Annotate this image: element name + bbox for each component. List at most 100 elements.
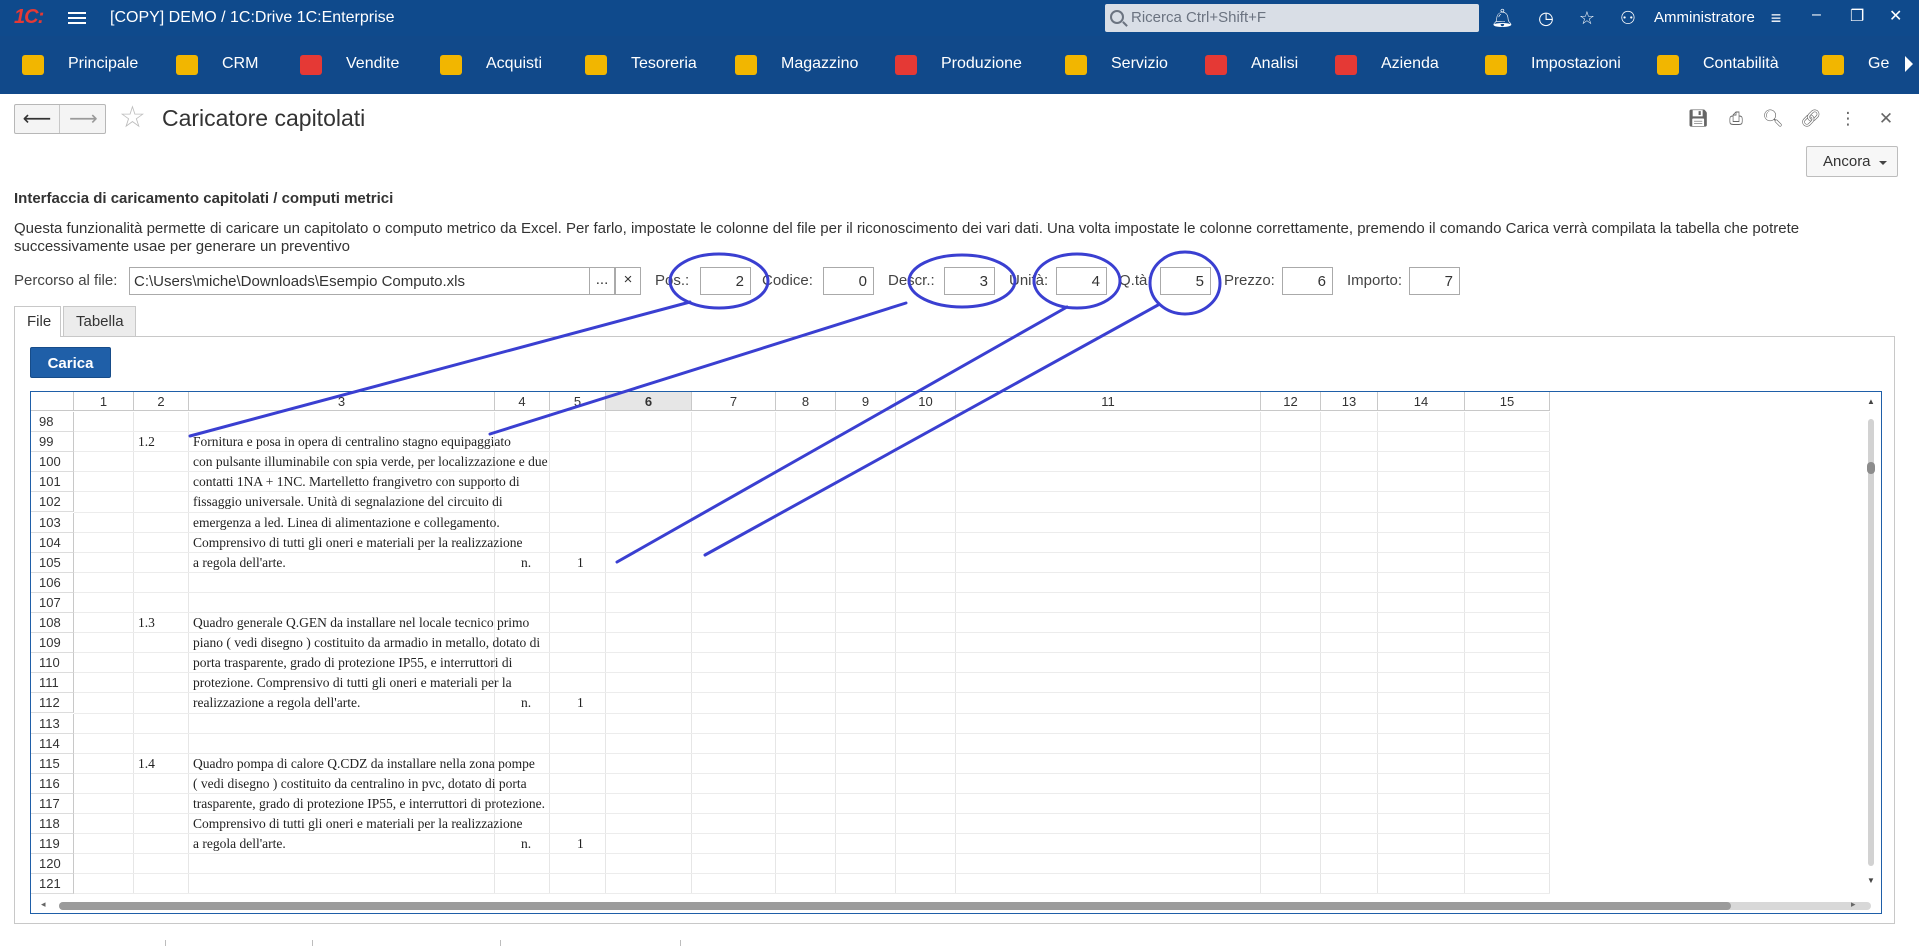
- column-header[interactable]: 5: [550, 392, 606, 411]
- cell-descr[interactable]: protezione. Comprensivo di tutti gli one…: [193, 675, 512, 691]
- bell-icon[interactable]: 🔔︎: [1491, 7, 1514, 29]
- column-header[interactable]: 14: [1378, 392, 1465, 411]
- row-header[interactable]: 121: [31, 874, 74, 895]
- row-header[interactable]: 119: [31, 834, 74, 855]
- cell-descr[interactable]: fissaggio universale. Unità di segnalazi…: [193, 494, 503, 510]
- select-file-button[interactable]: ...: [589, 267, 615, 295]
- scroll-left-icon[interactable]: ◂: [41, 899, 46, 910]
- column-header[interactable]: 1: [74, 392, 134, 411]
- vertical-scrollbar[interactable]: ▲ ▼: [1861, 392, 1881, 897]
- scroll-up-icon[interactable]: ▲: [1867, 397, 1875, 406]
- ancora-menu-button[interactable]: Ancora: [1806, 146, 1898, 177]
- pos-column-input[interactable]: 2: [700, 267, 751, 295]
- descr-column-input[interactable]: 3: [944, 267, 995, 295]
- settings-menu-icon[interactable]: ≡: [1765, 7, 1787, 29]
- tab-tabella[interactable]: Tabella: [63, 306, 136, 337]
- cell-descr[interactable]: trasparente, grado di protezione IP55, e…: [193, 796, 545, 812]
- row-header[interactable]: 102: [31, 492, 74, 513]
- vertical-scroll-thumb[interactable]: [1867, 462, 1875, 474]
- cell-descr[interactable]: porta trasparente, grado di protezione I…: [193, 655, 512, 671]
- row-header[interactable]: 108: [31, 613, 74, 634]
- row-header[interactable]: 104: [31, 532, 74, 553]
- favorite-star-icon[interactable]: ☆: [119, 101, 146, 135]
- close-window-icon[interactable]: ✕: [1889, 6, 1902, 26]
- row-header[interactable]: 115: [31, 753, 74, 774]
- row-header[interactable]: 116: [31, 773, 74, 794]
- cell-descr[interactable]: realizzazione a regola dell'arte.: [193, 695, 360, 711]
- cell-qty[interactable]: 1: [577, 555, 584, 571]
- save-icon[interactable]: 💾︎: [1687, 108, 1709, 130]
- row-header[interactable]: 112: [31, 693, 74, 714]
- cell-descr[interactable]: Fornitura e posa in opera di centralino …: [193, 434, 511, 450]
- cell-pos[interactable]: 1.3: [138, 615, 155, 631]
- column-header[interactable]: 12: [1261, 392, 1321, 411]
- cell-descr[interactable]: Quadro generale Q.GEN da installare nel …: [193, 615, 529, 631]
- cell-descr[interactable]: a regola dell'arte.: [193, 555, 286, 571]
- row-header[interactable]: 101: [31, 472, 74, 493]
- codice-column-input[interactable]: 0: [823, 267, 874, 295]
- column-header[interactable]: 6: [606, 392, 692, 411]
- user-icon[interactable]: ⚇: [1617, 7, 1639, 29]
- tab-file[interactable]: File: [14, 306, 61, 337]
- vertical-scroll-track[interactable]: [1868, 419, 1874, 866]
- cell-descr[interactable]: Comprensivo di tutti gli oneri e materia…: [193, 535, 523, 551]
- cell-descr[interactable]: Comprensivo di tutti gli oneri e materia…: [193, 816, 523, 832]
- column-header[interactable]: 2: [134, 392, 189, 411]
- row-header[interactable]: 105: [31, 552, 74, 573]
- row-header[interactable]: 98: [31, 412, 74, 433]
- history-icon[interactable]: ◷: [1535, 7, 1557, 29]
- scroll-down-icon[interactable]: ▼: [1867, 876, 1875, 885]
- column-header[interactable]: 10: [896, 392, 956, 411]
- row-header[interactable]: 109: [31, 633, 74, 654]
- prezzo-column-input[interactable]: 6: [1282, 267, 1333, 295]
- column-header[interactable]: 9: [836, 392, 896, 411]
- row-header[interactable]: 117: [31, 793, 74, 814]
- column-header[interactable]: 15: [1465, 392, 1550, 411]
- clear-path-button[interactable]: ×: [615, 267, 641, 295]
- row-header[interactable]: 106: [31, 572, 74, 593]
- cell-descr[interactable]: contatti 1NA + 1NC. Martelletto frangive…: [193, 474, 520, 490]
- row-header[interactable]: 120: [31, 854, 74, 875]
- cell-unit[interactable]: n.: [521, 555, 531, 571]
- row-header[interactable]: 103: [31, 512, 74, 533]
- cell-descr[interactable]: piano ( vedi disegno ) costituito da arm…: [193, 635, 540, 651]
- qta-column-input[interactable]: 5: [1160, 267, 1211, 295]
- horizontal-scroll-thumb[interactable]: [59, 902, 1731, 910]
- more-vertical-icon[interactable]: ⋮: [1837, 108, 1859, 130]
- carica-button[interactable]: Carica: [30, 347, 111, 378]
- user-name[interactable]: Amministratore: [1654, 9, 1755, 26]
- cell-descr[interactable]: ( vedi disegno ) costituito da centralin…: [193, 776, 527, 792]
- row-header[interactable]: 110: [31, 653, 74, 674]
- forward-arrow-icon[interactable]: ⟶: [61, 105, 106, 133]
- restore-icon[interactable]: ❐: [1850, 6, 1864, 26]
- row-header[interactable]: 111: [31, 673, 74, 694]
- sheet-corner[interactable]: [31, 392, 74, 411]
- cell-qty[interactable]: 1: [577, 695, 584, 711]
- importo-column-input[interactable]: 7: [1409, 267, 1460, 295]
- print-icon[interactable]: ⎙: [1725, 108, 1747, 130]
- back-arrow-icon[interactable]: ⟵: [15, 105, 60, 133]
- cell-descr[interactable]: con pulsante illuminabile con spia verde…: [193, 454, 548, 470]
- cell-pos[interactable]: 1.4: [138, 756, 155, 772]
- preview-icon[interactable]: 🔍︎: [1762, 108, 1784, 130]
- column-header[interactable]: 8: [776, 392, 836, 411]
- column-header[interactable]: 3: [189, 392, 495, 411]
- cell-unit[interactable]: n.: [521, 695, 531, 711]
- row-header[interactable]: 99: [31, 432, 74, 453]
- row-header[interactable]: 114: [31, 733, 74, 754]
- cell-unit[interactable]: n.: [521, 836, 531, 852]
- row-header[interactable]: 100: [31, 452, 74, 473]
- cell-descr[interactable]: Quadro pompa di calore Q.CDZ da installa…: [193, 756, 535, 772]
- row-header[interactable]: 113: [31, 713, 74, 734]
- horizontal-scrollbar[interactable]: ◂ ▸: [31, 896, 1881, 913]
- link-icon[interactable]: 🔗︎: [1800, 108, 1822, 130]
- cell-qty[interactable]: 1: [577, 836, 584, 852]
- spreadsheet-document[interactable]: ▲ ▼ ◂ ▸ 1 2 3 4 5 6 7 8 9 10 11 12 13 14 15 98 99 1.2 Forn…: [30, 391, 1882, 914]
- close-form-icon[interactable]: ✕: [1875, 108, 1897, 130]
- cell-descr[interactable]: emergenza a led. Linea di alimentazione …: [193, 515, 500, 531]
- cell-descr[interactable]: a regola dell'arte.: [193, 836, 286, 852]
- scroll-right-icon[interactable]: ▸: [1851, 899, 1856, 910]
- row-header[interactable]: 118: [31, 814, 74, 835]
- favorites-star-icon[interactable]: ☆: [1576, 7, 1598, 29]
- sections-scroll-right-icon[interactable]: [1905, 56, 1913, 72]
